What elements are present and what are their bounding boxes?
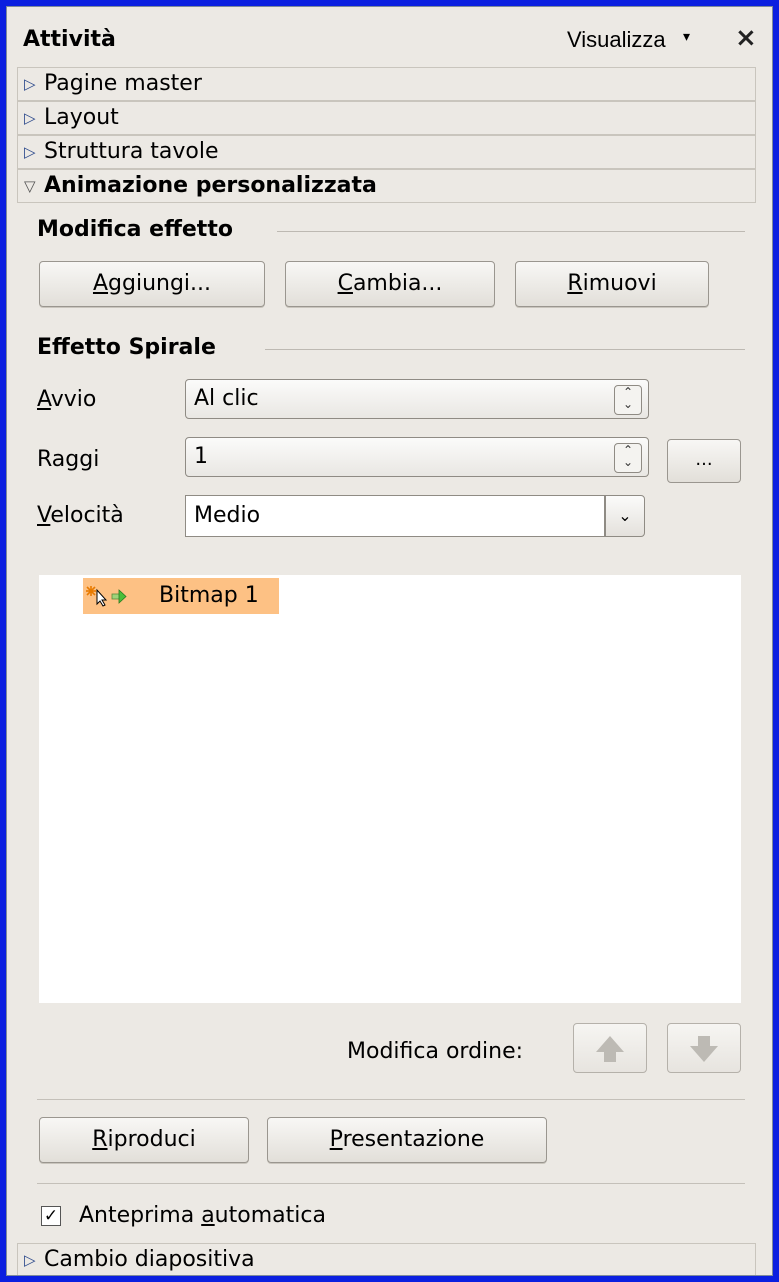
expand-triangle-icon: ▷	[24, 143, 36, 161]
panel-title: Attività	[23, 27, 116, 52]
start-select[interactable]: Al clic ⌃ ⌄	[185, 379, 649, 419]
divider	[37, 1099, 745, 1100]
modify-effect-heading: Modifica effetto	[37, 217, 241, 242]
speed-label: Velocità	[37, 503, 124, 528]
chevron-down-icon[interactable]: ⌄	[605, 495, 645, 537]
arrow-up-icon	[596, 1036, 624, 1062]
task-panel: Attività Visualizza ▾ × ▷ Pagine master ▷…	[6, 6, 773, 1276]
section-slide-transition[interactable]: ▷ Cambio diapositiva	[17, 1243, 756, 1275]
rays-select[interactable]: 1 ⌃ ⌄	[185, 437, 649, 477]
section-label: Layout	[44, 105, 119, 130]
start-label: Avvio	[37, 387, 97, 412]
close-icon[interactable]: ×	[735, 23, 757, 53]
section-custom-animation[interactable]: ▽ Animazione personalizzata	[17, 169, 756, 203]
spin-updown-icon[interactable]: ⌃ ⌄	[614, 385, 642, 415]
remove-effect-button[interactable]: Rimuovi	[515, 261, 709, 307]
section-master-pages[interactable]: ▷ Pagine master	[17, 67, 756, 101]
list-item[interactable]: Bitmap 1	[83, 578, 279, 614]
expand-triangle-icon: ▷	[24, 1251, 36, 1269]
collapse-triangle-icon: ▽	[24, 177, 36, 195]
move-up-button[interactable]	[573, 1023, 647, 1073]
change-effect-button[interactable]: Cambia...	[285, 261, 495, 307]
effect-heading: Effetto Spirale	[37, 335, 224, 360]
rays-label: Raggi	[37, 447, 100, 472]
on-click-animation-icon	[86, 586, 127, 607]
autopreview-checkbox[interactable]: ✓	[41, 1206, 61, 1226]
expand-triangle-icon: ▷	[24, 109, 36, 127]
add-effect-button[interactable]: Aggiungi...	[39, 261, 265, 307]
section-label: Pagine master	[44, 71, 202, 96]
group-divider	[277, 231, 745, 232]
play-button[interactable]: Riproduci	[39, 1117, 249, 1163]
change-order-label: Modifica ordine:	[347, 1039, 524, 1064]
section-layout[interactable]: ▷ Layout	[17, 101, 756, 135]
effect-options-button[interactable]: ...	[667, 439, 741, 483]
divider	[37, 1183, 745, 1184]
speed-combo-input[interactable]: Medio	[185, 495, 605, 537]
view-menu-arrow-icon[interactable]: ▾	[683, 29, 690, 45]
arrow-down-icon	[690, 1036, 718, 1062]
panel-title-bar: Attività Visualizza ▾ ×	[7, 7, 772, 63]
view-menu[interactable]: Visualizza	[567, 27, 666, 53]
section-table-design[interactable]: ▷ Struttura tavole	[17, 135, 756, 169]
animation-list[interactable]: Bitmap 1	[39, 575, 741, 1003]
move-down-button[interactable]	[667, 1023, 741, 1073]
autopreview-label[interactable]: Anteprima automatica	[79, 1203, 326, 1228]
spin-updown-icon[interactable]: ⌃ ⌄	[614, 443, 642, 473]
section-label: Struttura tavole	[44, 139, 219, 164]
group-divider	[265, 349, 745, 350]
expand-triangle-icon: ▷	[24, 75, 36, 93]
section-label: Animazione personalizzata	[44, 173, 377, 198]
list-item-label: Bitmap 1	[159, 583, 259, 608]
section-label: Cambio diapositiva	[44, 1247, 255, 1272]
slideshow-button[interactable]: Presentazione	[267, 1117, 547, 1163]
